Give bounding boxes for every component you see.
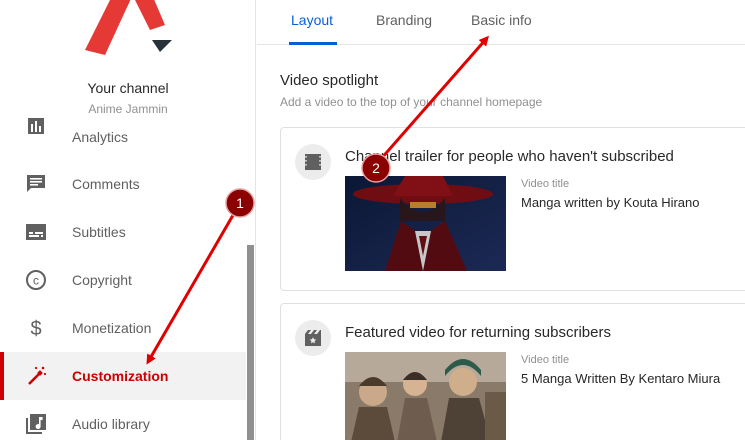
sidebar-item-subtitles[interactable]: Subtitles [0,208,246,256]
dollar-icon: $ [24,316,48,340]
sidebar-item-label: Subtitles [72,224,126,240]
video-spotlight-subtitle: Add a video to the top of your channel h… [280,95,543,109]
active-tab-indicator [289,42,337,45]
sidebar-item-label: Copyright [72,272,132,288]
video-title: Manga written by Kouta Hirano [521,195,700,210]
audio-library-icon [24,412,48,436]
video-title: 5 Manga Written By Kentaro Miura [521,371,721,386]
sidebar-item-customization[interactable]: Customization [0,352,246,400]
magic-wand-icon [24,364,48,388]
featured-video-icon [295,320,331,356]
sidebar-item-monetization[interactable]: $ Monetization [0,304,246,352]
video-title-label: Video title [521,178,570,190]
video-spotlight-title: Video spotlight [280,72,379,89]
svg-text:c: c [33,274,39,288]
featured-video-card: Featured video for returning subscribers… [280,303,745,440]
your-channel-label: Your channel [87,80,169,96]
card-title: Channel trailer for people who haven't s… [345,148,674,165]
sidebar-item-label: Audio library [72,416,150,432]
sidebar-item-analytics[interactable]: Analytics [0,112,246,145]
comments-icon [24,172,48,196]
tab-branding[interactable]: Branding [376,12,432,28]
channel-logo[interactable] [80,0,180,60]
sidebar-item-copyright[interactable]: c Copyright [0,256,246,304]
video-title-label: Video title [521,354,570,366]
subtitles-icon [24,220,48,244]
card-title: Featured video for returning subscribers [345,324,611,341]
sidebar: Your channel Anime Jammin Analytics Comm… [0,0,256,440]
channel-trailer-card: Channel trailer for people who haven't s… [280,127,745,291]
sidebar-item-label: Analytics [72,129,129,145]
tab-layout[interactable]: Layout [291,12,333,28]
copyright-icon: c [24,268,48,292]
video-thumbnail[interactable] [345,352,506,440]
tab-bar: Layout Branding Basic info [257,0,745,45]
sidebar-item-label: Comments [72,176,140,192]
sidebar-item-comments[interactable]: Comments [0,160,246,208]
sidebar-item-label: Customization [72,368,169,384]
analytics-icon [24,114,48,138]
sidebar-item-label: Monetization [72,320,152,336]
tab-basic-info[interactable]: Basic info [471,12,532,28]
sidebar-scrollbar[interactable] [247,245,254,440]
main-content: Layout Branding Basic info Video spotlig… [257,0,745,440]
film-icon [295,144,331,180]
svg-text:$: $ [30,318,41,339]
sidebar-item-audio-library[interactable]: Audio library [0,400,246,440]
video-thumbnail[interactable] [345,176,506,271]
